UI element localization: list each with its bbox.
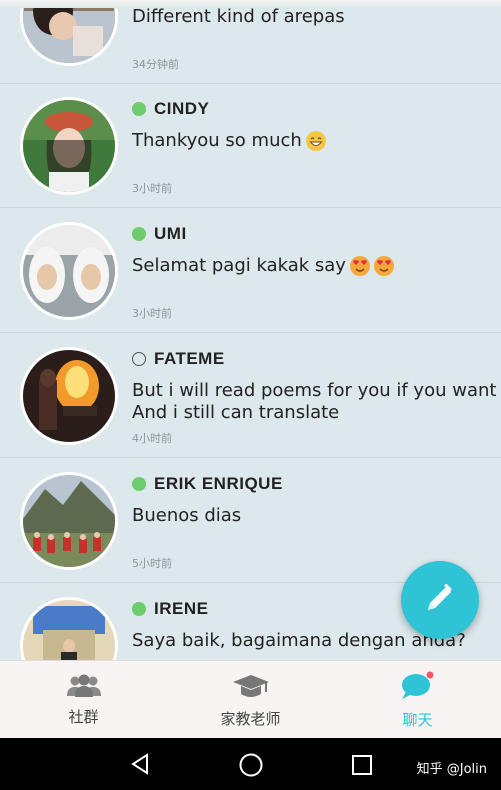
tab-label: 社群 <box>68 707 99 726</box>
conversation-row[interactable]: CINDY Thankyou so much 3小时前 <box>0 84 501 208</box>
timestamp: 3小时前 <box>132 307 172 320</box>
community-icon <box>64 674 104 702</box>
online-status-dot <box>132 102 146 116</box>
contact-header: UMI <box>132 223 187 245</box>
timestamp: 3小时前 <box>132 182 172 195</box>
avatar[interactable] <box>20 472 118 570</box>
conversation-row[interactable]: UMI Selamat pagi kakak say 3小时前 <box>0 209 501 333</box>
message-preview: Thankyou so much <box>132 130 326 152</box>
timestamp: 4小时前 <box>132 432 172 445</box>
compose-button[interactable] <box>401 561 479 639</box>
chat-bubble-icon <box>398 671 438 705</box>
message-preview: Buenos dias <box>132 505 242 526</box>
graduation-cap-icon <box>231 672 271 704</box>
tab-label: 聊天 <box>402 710 433 729</box>
tab-label: 家教老师 <box>220 709 281 728</box>
avatar[interactable] <box>20 597 118 660</box>
offline-status-dot <box>132 352 146 366</box>
conversation-row[interactable]: Different kind of arepas 34分钟前 <box>0 0 501 84</box>
timestamp: 5小时前 <box>132 557 172 570</box>
contact-name: UMI <box>154 224 187 243</box>
heart-eyes-emoji-icon <box>349 256 370 276</box>
conversation-list: Different kind of arepas 34分钟前 CINDY Tha… <box>0 0 501 660</box>
contact-header: CINDY <box>132 98 209 120</box>
avatar[interactable] <box>20 222 118 320</box>
avatar[interactable] <box>20 97 118 195</box>
message-text: Thankyou so much <box>132 130 302 151</box>
timestamp: 34分钟前 <box>132 58 179 71</box>
grin-emoji-icon <box>305 131 326 151</box>
message-preview: But i will read poems for you if you wan… <box>132 380 497 423</box>
contact-header: FATEME <box>132 348 225 370</box>
contact-name: ERIK ENRIQUE <box>154 474 283 493</box>
recents-icon[interactable] <box>350 753 374 781</box>
home-icon[interactable] <box>238 752 264 782</box>
system-navigation-bar: 知乎 @Jolin <box>0 738 501 790</box>
message-text: Selamat pagi kakak say <box>132 255 346 276</box>
contact-name: CINDY <box>154 99 210 118</box>
message-preview: Saya baik, bagaimana dengan anda? <box>132 630 466 651</box>
avatar[interactable] <box>20 0 118 66</box>
pencil-icon <box>422 580 458 620</box>
contact-header: ERIK ENRIQUE <box>132 473 283 495</box>
online-status-dot <box>132 227 146 241</box>
online-status-dot <box>132 602 146 616</box>
conversation-row[interactable]: FATEME But i will read poems for you if … <box>0 334 501 458</box>
contact-name: FATEME <box>154 349 225 368</box>
message-preview: Different kind of arepas <box>132 6 345 27</box>
message-preview: Selamat pagi kakak say <box>132 255 394 277</box>
avatar[interactable] <box>20 347 118 445</box>
tab-tutors[interactable]: 家教老师 <box>167 661 334 739</box>
contact-header: IRENE <box>132 598 208 620</box>
contact-name: IRENE <box>154 599 209 618</box>
tab-chat[interactable]: 聊天 <box>334 661 501 739</box>
tab-community[interactable]: 社群 <box>0 661 167 739</box>
bottom-tab-bar: 社群 家教老师 聊天 <box>0 660 501 739</box>
heart-eyes-emoji-icon <box>373 256 394 276</box>
watermark: 知乎 @Jolin <box>416 762 487 777</box>
back-icon[interactable] <box>128 752 152 780</box>
online-status-dot <box>132 477 146 491</box>
top-edge-shadow <box>0 0 501 8</box>
